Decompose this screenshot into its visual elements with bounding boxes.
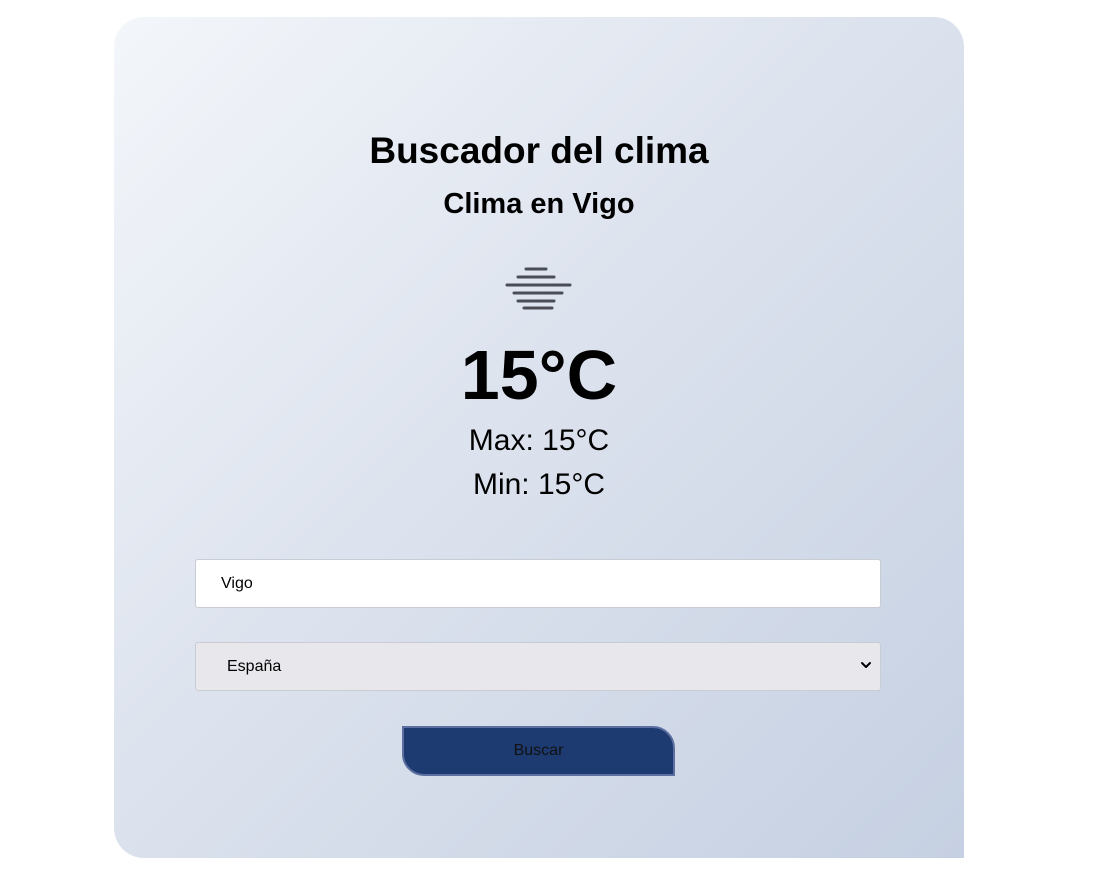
location-heading: Clima en Vigo <box>443 188 635 220</box>
search-button[interactable]: Buscar <box>402 726 675 776</box>
city-input-value: Vigo <box>221 575 253 592</box>
chevron-down-icon <box>861 662 871 668</box>
current-temperature: 15°C <box>460 336 618 414</box>
weather-card: Buscador del clima Clima en Vigo 15°C Ma… <box>114 17 964 858</box>
country-select-value: España <box>227 658 282 675</box>
country-select[interactable]: España <box>195 642 881 691</box>
min-temperature: Min: 15°C <box>472 468 606 501</box>
max-temperature: Max: 15°C <box>468 424 610 457</box>
fog-icon <box>505 267 572 310</box>
page-title: Buscador del clima <box>369 130 709 171</box>
city-input[interactable]: Vigo <box>195 559 881 608</box>
